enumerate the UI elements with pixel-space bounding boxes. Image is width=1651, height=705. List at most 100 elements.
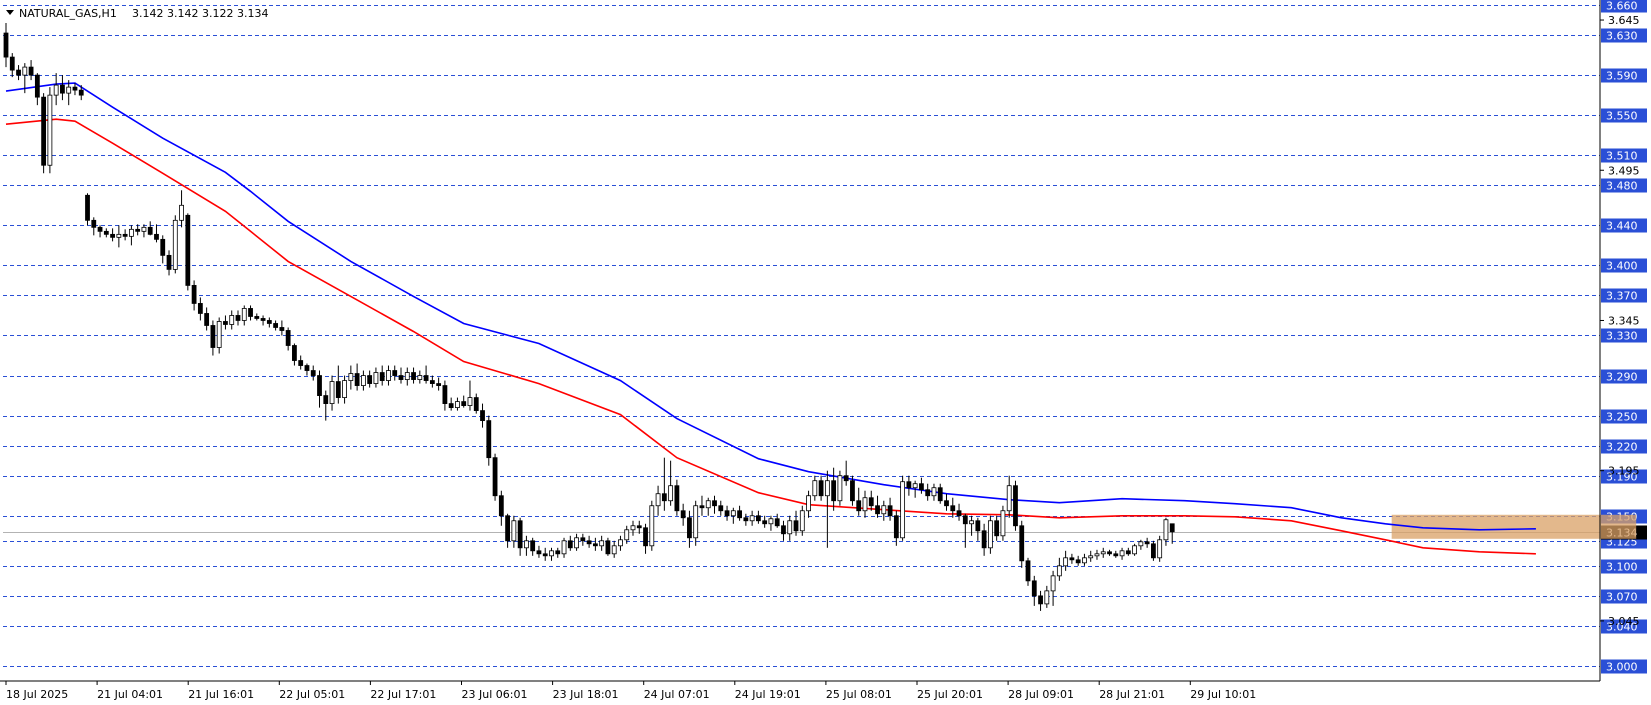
candle-body xyxy=(141,226,147,232)
candle-body xyxy=(505,515,511,542)
candle xyxy=(91,217,97,236)
candle xyxy=(730,507,736,524)
candle xyxy=(806,490,811,518)
candle-body xyxy=(342,380,347,398)
candle xyxy=(505,513,511,548)
candle xyxy=(386,365,391,386)
level-label: 3.550 xyxy=(1606,110,1638,123)
candle xyxy=(1006,475,1012,518)
candle-body xyxy=(1100,551,1106,555)
candle xyxy=(574,533,579,551)
candle-body xyxy=(147,226,153,235)
candle-body xyxy=(712,500,717,507)
candle xyxy=(693,500,699,546)
candle xyxy=(724,505,730,521)
candle-body xyxy=(1025,560,1031,582)
candle xyxy=(486,415,492,466)
candle xyxy=(524,535,529,556)
candle xyxy=(1113,550,1119,558)
candle-body xyxy=(172,219,178,270)
candle xyxy=(342,375,347,404)
candle xyxy=(875,495,880,518)
candle-body xyxy=(1113,553,1119,557)
candle-body xyxy=(191,285,197,304)
candle-body xyxy=(398,375,404,380)
candle xyxy=(273,320,279,331)
candle-body xyxy=(473,397,479,412)
candle xyxy=(900,475,906,541)
candle-body xyxy=(135,228,141,232)
candle xyxy=(862,490,868,518)
candle xyxy=(580,533,586,546)
candle-body xyxy=(248,308,253,317)
candle xyxy=(210,320,216,356)
candle xyxy=(1069,553,1075,564)
candle-body xyxy=(498,495,504,517)
candle xyxy=(373,367,379,388)
level-label: 3.660 xyxy=(1606,0,1638,13)
candle-body xyxy=(630,525,636,531)
candle-body xyxy=(737,510,742,519)
candle-body xyxy=(919,483,924,491)
candle xyxy=(956,503,962,521)
candle-body xyxy=(574,537,579,549)
price-chart[interactable]: 3.660 3.630 3.590 3.550 3.510 3.480 3.440 3.400… xyxy=(0,0,1651,705)
level-label: 3.510 xyxy=(1606,150,1638,163)
candle xyxy=(1050,570,1056,606)
candle xyxy=(16,65,21,81)
candle xyxy=(266,317,272,328)
candle xyxy=(1044,585,1050,608)
candle-body xyxy=(241,308,247,321)
candle xyxy=(843,460,849,486)
candle-body xyxy=(292,345,297,361)
candle xyxy=(567,535,573,551)
candle xyxy=(837,470,843,506)
candle xyxy=(122,229,128,241)
candle-body xyxy=(668,485,674,502)
candle xyxy=(28,60,34,81)
candle xyxy=(379,365,385,386)
candle xyxy=(937,483,943,504)
x-tick-label: 21 Jul 16:01 xyxy=(188,688,254,701)
x-tick-label: 25 Jul 08:01 xyxy=(826,688,892,701)
collapse-arrow-icon[interactable] xyxy=(6,10,14,15)
candle-body xyxy=(981,530,987,549)
candle-body xyxy=(1006,485,1012,512)
candle-body xyxy=(530,540,536,552)
candle-body xyxy=(1119,550,1125,557)
candle xyxy=(241,305,247,326)
candle-body xyxy=(931,487,937,497)
candle xyxy=(9,53,15,78)
candle-body xyxy=(1056,565,1062,577)
candle xyxy=(630,520,636,536)
candle xyxy=(944,493,949,511)
candle xyxy=(931,483,937,501)
candle xyxy=(718,500,724,516)
candle-body xyxy=(937,487,943,502)
x-tick-label: 23 Jul 18:01 xyxy=(553,688,619,701)
candle-body xyxy=(461,401,467,406)
candle xyxy=(411,367,416,384)
candle xyxy=(329,375,335,411)
candle xyxy=(762,515,768,528)
candle-body xyxy=(154,233,159,240)
candle xyxy=(204,307,210,331)
candle xyxy=(473,393,479,414)
candle xyxy=(799,505,805,536)
candle xyxy=(141,224,147,238)
candle xyxy=(160,235,166,264)
candle-body xyxy=(467,397,473,406)
candle-body xyxy=(335,381,341,398)
candle xyxy=(235,310,241,326)
candle xyxy=(53,73,59,106)
candle xyxy=(147,221,153,236)
candle-body xyxy=(285,330,291,346)
candle xyxy=(712,495,717,514)
x-tick-label: 25 Jul 20:01 xyxy=(917,688,983,701)
candle-body xyxy=(216,321,222,348)
candle xyxy=(881,500,887,521)
candle-body xyxy=(975,520,981,532)
candle-body xyxy=(549,550,554,557)
candle xyxy=(442,380,448,411)
candle xyxy=(367,370,373,388)
